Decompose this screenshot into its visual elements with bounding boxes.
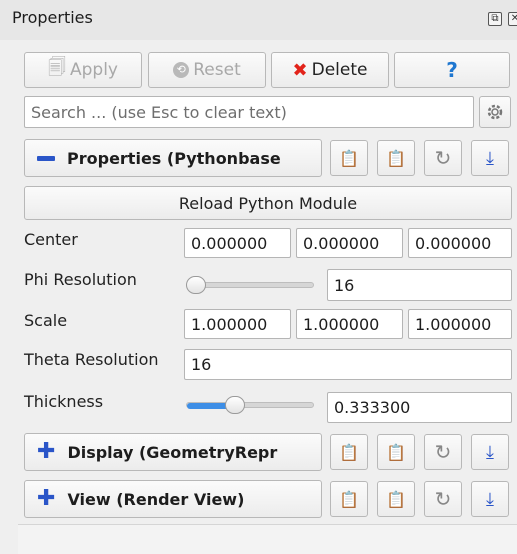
thickness-slider-fill — [187, 403, 230, 409]
copy-view-button[interactable]: 📋 — [330, 481, 368, 517]
scale-x-value: 1.000000 — [191, 314, 268, 334]
thickness-slider-handle[interactable] — [225, 396, 245, 414]
paste-display-button[interactable]: 📋 — [377, 434, 415, 470]
apply-icon: 🗐 — [48, 57, 66, 78]
float-panel-icon[interactable]: ⧉ — [488, 12, 502, 26]
restore-icon: ↻ — [434, 146, 452, 170]
search-placeholder: Search ... (use Esc to clear text) — [31, 102, 287, 122]
apply-button[interactable]: 🗐 Apply — [24, 52, 142, 88]
restore-display-button[interactable]: ↻ — [424, 434, 462, 470]
phi-slider-handle[interactable] — [186, 276, 206, 294]
section-view-title: View (Render View) — [67, 489, 245, 509]
search-field[interactable]: Search ... (use Esc to clear text) — [24, 96, 474, 128]
phi-resolution-value: 16 — [334, 275, 355, 295]
reload-label: Reload Python Module — [178, 193, 358, 213]
theta-resolution-value: 16 — [191, 355, 212, 374]
section-display-header[interactable]: ✚ Display (GeometryRepr — [24, 433, 322, 471]
section-view-header[interactable]: ✚ View (Render View) — [24, 480, 322, 518]
scale-z-field[interactable]: 1.000000 — [408, 309, 512, 339]
center-z-value: 0.000000 — [415, 233, 492, 253]
save-default-icon: ⤓ — [486, 441, 494, 463]
delete-label: Delete — [311, 60, 368, 80]
thickness-label: Thickness — [24, 392, 104, 411]
copy-icon: 📋 — [339, 148, 359, 168]
center-x-value: 0.000000 — [191, 233, 268, 253]
thickness-field[interactable]: 0.333300 — [327, 392, 512, 423]
thickness-value: 0.333300 — [334, 398, 411, 417]
center-y-value: 0.000000 — [303, 233, 380, 253]
copy-icon: 📋 — [339, 489, 359, 509]
save-display-button[interactable]: ⤓ — [471, 434, 509, 470]
restore-view-button[interactable]: ↻ — [424, 481, 462, 517]
reload-python-module-button[interactable]: Reload Python Module — [24, 186, 512, 220]
phi-resolution-field[interactable]: 16 — [327, 269, 512, 301]
section-display-title: Display (GeometryRepr — [67, 442, 278, 462]
apply-label: Apply — [69, 60, 118, 80]
help-button[interactable]: ? — [394, 52, 510, 88]
save-default-icon: ⤓ — [486, 488, 494, 510]
phi-resolution-label: Phi Resolution — [24, 270, 137, 289]
expand-plus-icon: ✚ — [37, 439, 56, 464]
scale-y-field[interactable]: 1.000000 — [296, 309, 403, 339]
paste-properties-button[interactable]: 📋 — [377, 140, 415, 176]
scale-z-value: 1.000000 — [415, 314, 492, 334]
paste-icon: 📋 — [386, 442, 406, 462]
save-view-button[interactable]: ⤓ — [471, 481, 509, 517]
advanced-settings-button[interactable] — [479, 96, 511, 128]
panel-footer — [18, 524, 517, 554]
save-defaults-button[interactable]: ⤓ — [471, 140, 509, 176]
section-properties-title: Properties (Pythonbase — [67, 148, 281, 168]
reset-label: Reset — [193, 60, 241, 80]
restore-icon: ↻ — [434, 487, 452, 511]
save-default-icon: ⤓ — [486, 147, 494, 169]
restore-icon: ↻ — [434, 440, 452, 464]
paste-icon: 📋 — [386, 489, 406, 509]
center-label: Center — [24, 230, 78, 249]
center-z-field[interactable]: 0.000000 — [408, 228, 512, 258]
close-panel-icon[interactable]: ✕ — [508, 12, 517, 26]
center-y-field[interactable]: 0.000000 — [296, 228, 403, 258]
collapse-minus-icon — [37, 155, 55, 161]
paste-icon: 📋 — [386, 148, 406, 168]
center-x-field[interactable]: 0.000000 — [184, 228, 291, 258]
panel-title: Properties — [12, 8, 93, 27]
help-icon: ? — [446, 58, 458, 82]
scale-label: Scale — [24, 311, 68, 330]
theta-resolution-field[interactable]: 16 — [184, 349, 512, 380]
paste-view-button[interactable]: 📋 — [377, 481, 415, 517]
restore-defaults-button[interactable]: ↻ — [424, 140, 462, 176]
copy-display-button[interactable]: 📋 — [330, 434, 368, 470]
section-properties-header[interactable]: Properties (Pythonbase — [24, 139, 322, 177]
copy-icon: 📋 — [339, 442, 359, 462]
reset-button[interactable]: ⟲ Reset — [148, 52, 266, 88]
delete-button[interactable]: ✖ Delete — [271, 52, 389, 88]
gear-icon — [487, 104, 503, 120]
reset-icon: ⟲ — [173, 62, 190, 78]
scale-x-field[interactable]: 1.000000 — [184, 309, 291, 339]
thickness-slider[interactable] — [186, 402, 314, 409]
delete-x-icon: ✖ — [292, 59, 308, 81]
theta-resolution-label: Theta Resolution — [24, 350, 159, 369]
copy-properties-button[interactable]: 📋 — [330, 140, 368, 176]
expand-plus-icon: ✚ — [37, 486, 56, 511]
scale-y-value: 1.000000 — [303, 314, 380, 334]
